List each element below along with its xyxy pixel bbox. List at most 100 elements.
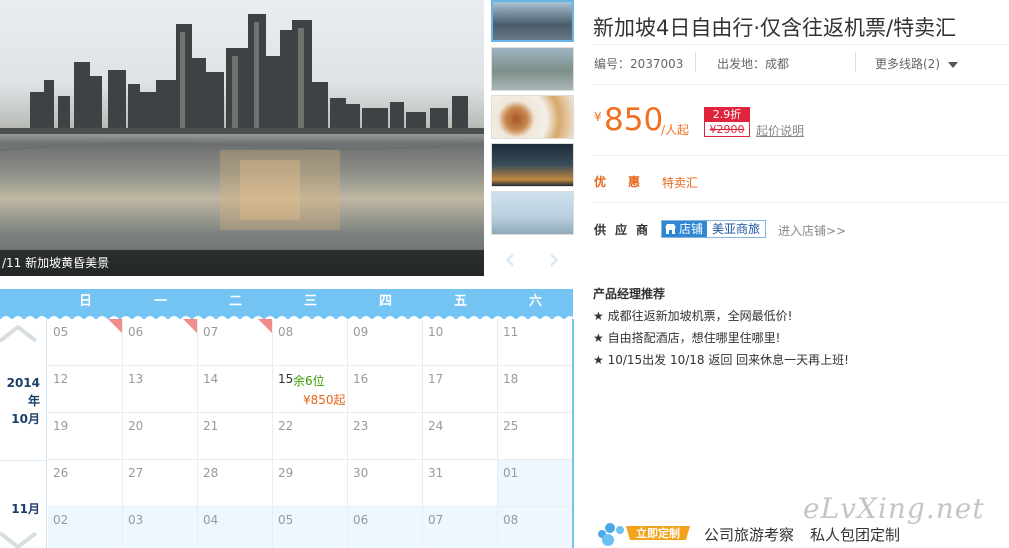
custom-tour-button[interactable]: 立即定制 <box>596 520 694 546</box>
calendar-day[interactable]: 25 <box>498 413 573 460</box>
custom-tour-badge-icon: 立即定制 <box>598 523 690 546</box>
calendar-day[interactable]: 08 <box>273 319 348 366</box>
calendar-day[interactable]: 06 <box>123 319 198 366</box>
departure-calendar: 日一二三四五六 2014年 10月 11月 05 06 07 08 09 10 11 12 13… <box>0 289 574 548</box>
thumbnail-2[interactable] <box>491 47 574 91</box>
divider <box>593 84 1009 85</box>
calendar-day[interactable]: 04 <box>198 507 273 548</box>
day-number: 01 <box>503 466 519 480</box>
chevron-up-icon[interactable] <box>0 323 38 343</box>
month-column: 2014年 10月 11月 <box>0 319 47 548</box>
calendar-day[interactable]: 07 <box>198 319 273 366</box>
shop-tag-label: 店铺 <box>679 222 704 236</box>
calendar-day[interactable]: 08 <box>498 507 573 548</box>
thumbnail-4[interactable] <box>491 143 574 187</box>
recommend-title: 产品经理推荐 <box>593 287 666 301</box>
calendar-day[interactable]: 11 <box>498 319 573 366</box>
chevron-right-icon: › <box>548 241 560 277</box>
day-number: 18 <box>503 372 519 386</box>
day-number: 13 <box>128 372 144 386</box>
promo-value: 特卖汇 <box>662 176 699 190</box>
watermark: eLvXing.net <box>803 492 985 525</box>
day-number: 21 <box>203 419 219 433</box>
calendar-day[interactable]: 21 <box>198 413 273 460</box>
calendar-day[interactable]: 05 <box>48 319 123 366</box>
day-number: 02 <box>53 513 69 527</box>
private-tour-link[interactable]: 私人包团定制 <box>810 524 900 545</box>
day-number: 23 <box>353 419 369 433</box>
calendar-day[interactable]: 29 <box>273 460 348 507</box>
day-number: 15 <box>278 372 294 386</box>
month-name: 11月 <box>11 502 40 516</box>
svg-text:立即定制: 立即定制 <box>636 526 680 540</box>
calendar-day[interactable]: 26 <box>48 460 123 507</box>
discount-badge: 2.9折 ¥2900 <box>704 107 750 137</box>
day-number: 17 <box>428 372 444 386</box>
calendar-day[interactable]: 10 <box>423 319 498 366</box>
day-number: 11 <box>503 325 519 339</box>
calendar-day[interactable]: 17 <box>423 366 498 413</box>
calendar-day[interactable]: 18 <box>498 366 573 413</box>
calendar-day[interactable]: 20 <box>123 413 198 460</box>
month-label-october[interactable]: 2014年 10月 <box>0 374 40 428</box>
thumbnail-5[interactable] <box>491 191 574 235</box>
day-number: 04 <box>203 513 219 527</box>
calendar-day[interactable]: 16 <box>348 366 423 413</box>
more-routes-dropdown[interactable]: 更多线路(2) <box>875 55 958 72</box>
supplier-name: 美亚商旅 <box>707 221 766 237</box>
departure-city: 出发地：成都 <box>717 57 790 71</box>
more-routes-label: 更多线路(2) <box>875 57 940 71</box>
main-photo[interactable]: /11 新加坡黄昏美景 <box>0 0 484 276</box>
recommend-item: ★ 成都往返新加坡机票，全网最低价! <box>593 309 793 323</box>
day-number: 09 <box>353 325 369 339</box>
calendar-day[interactable]: 06 <box>348 507 423 548</box>
day-number: 29 <box>278 466 294 480</box>
calendar-day[interactable]: 05 <box>273 507 348 548</box>
calendar-day[interactable]: 24 <box>423 413 498 460</box>
price-unit: /人起 <box>661 123 690 137</box>
company-tour-link[interactable]: 公司旅游考察 <box>704 524 794 545</box>
caret-down-icon <box>947 61 958 68</box>
calendar-day[interactable]: 14 <box>198 366 273 413</box>
divider <box>855 52 856 72</box>
calendar-day[interactable]: 01 <box>498 460 573 507</box>
calendar-day[interactable]: 22 <box>273 413 348 460</box>
calendar-day[interactable]: 03 <box>123 507 198 548</box>
calendar-day[interactable]: 23 <box>348 413 423 460</box>
thumbnail-1[interactable] <box>491 0 574 42</box>
enter-shop-link[interactable]: 进入店铺>> <box>778 222 846 239</box>
skyline-image <box>0 14 484 230</box>
calendar-day[interactable]: 28 <box>198 460 273 507</box>
calendar-day[interactable]: 07 <box>423 507 498 548</box>
calendar-day[interactable]: 13 <box>123 366 198 413</box>
day-number: 08 <box>278 325 294 339</box>
day-number: 25 <box>503 419 519 433</box>
day-number: 26 <box>53 466 69 480</box>
month-year: 2014年 <box>6 376 40 408</box>
supplier-badge[interactable]: 店铺 美亚商旅 <box>661 220 767 238</box>
thumbnail-next-button[interactable]: › <box>535 240 573 278</box>
day-number: 06 <box>353 513 369 527</box>
remaining-seats: 余6位 <box>293 374 325 388</box>
calendar-day[interactable]: 19 <box>48 413 123 460</box>
calendar-day[interactable]: 30 <box>348 460 423 507</box>
original-price: ¥2900 <box>709 123 745 136</box>
day-number: 10 <box>428 325 444 339</box>
month-label-november[interactable]: 11月 <box>0 500 40 518</box>
chevron-down-icon[interactable] <box>0 531 38 548</box>
calendar-day[interactable]: 27 <box>123 460 198 507</box>
calendar-day[interactable]: 12 <box>48 366 123 413</box>
recommend-item: ★ 自由搭配酒店，想住哪里住哪里! <box>593 331 781 345</box>
thumbnail-3[interactable] <box>491 95 574 139</box>
day-number: 08 <box>503 513 519 527</box>
calendar-day[interactable]: 15 余6位 ¥850起 <box>273 366 348 413</box>
calendar-day[interactable]: 31 <box>423 460 498 507</box>
day-number: 07 <box>203 325 219 339</box>
calendar-day[interactable]: 09 <box>348 319 423 366</box>
price-note-link[interactable]: 起价说明 <box>756 122 804 139</box>
day-number: 31 <box>428 466 444 480</box>
calendar-border <box>572 319 574 548</box>
day-number: 03 <box>128 513 144 527</box>
calendar-day[interactable]: 02 <box>48 507 123 548</box>
thumbnail-prev-button[interactable]: ‹ <box>491 240 529 278</box>
